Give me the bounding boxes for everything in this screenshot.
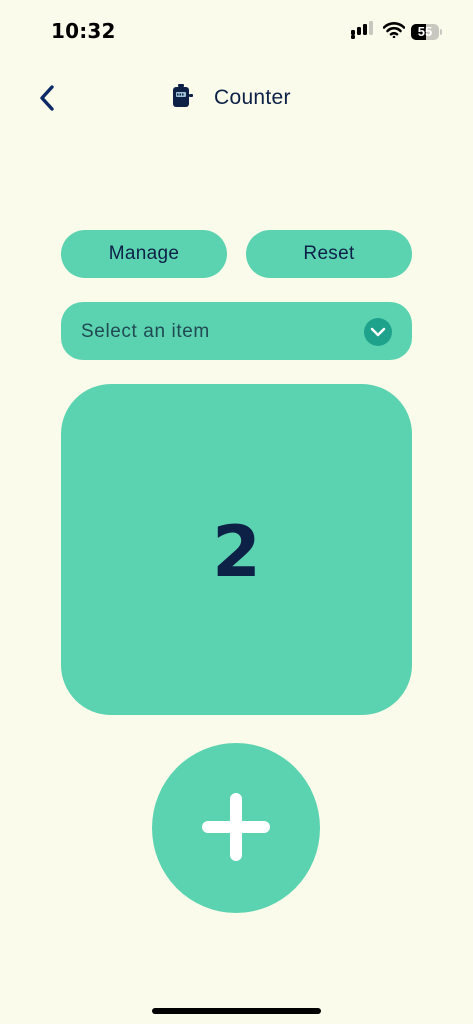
counter-device-icon xyxy=(172,84,194,112)
page-title: Counter xyxy=(214,86,291,109)
status-icons: 55 xyxy=(351,21,442,43)
nav-title-group: Counter xyxy=(172,83,291,113)
item-select-placeholder: Select an item xyxy=(81,321,210,342)
counter-value: 2 xyxy=(212,510,261,593)
home-indicator xyxy=(152,1008,321,1014)
reset-button[interactable]: Reset xyxy=(246,230,412,278)
cellular-signal-icon xyxy=(351,21,375,43)
battery-level: 55 xyxy=(417,24,433,39)
chevron-left-icon xyxy=(38,84,56,116)
chevron-down-icon xyxy=(364,318,392,346)
nav-bar: Counter xyxy=(0,70,473,130)
counter-display-card: 2 xyxy=(61,384,412,715)
manage-button[interactable]: Manage xyxy=(61,230,227,278)
battery-cap xyxy=(440,29,442,35)
battery-body: 55 xyxy=(411,24,439,40)
plus-icon xyxy=(202,792,270,864)
item-select-dropdown[interactable]: Select an item xyxy=(61,302,412,360)
status-time: 10:32 xyxy=(51,19,116,43)
wifi-icon xyxy=(382,22,406,42)
status-bar: 10:32 55 xyxy=(0,0,473,64)
back-button[interactable] xyxy=(30,82,64,118)
increment-button[interactable] xyxy=(152,743,320,913)
battery-icon: 55 xyxy=(411,23,442,41)
